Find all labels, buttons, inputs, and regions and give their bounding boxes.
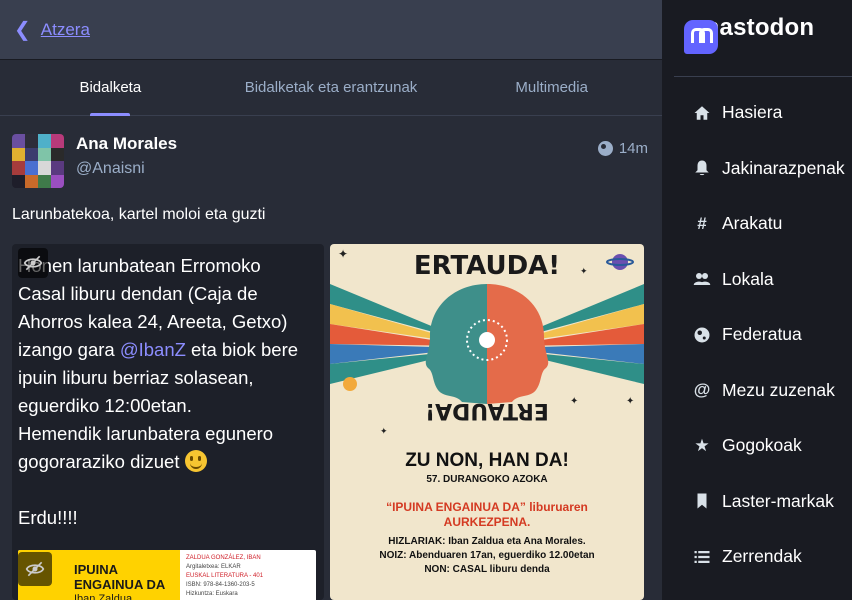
chevron-left-icon: ❮: [14, 18, 31, 41]
status-header: Ana Morales @Anaisni 14m: [12, 134, 648, 188]
mastodon-logo[interactable]: mastodon: [674, 0, 852, 60]
svg-text:✦: ✦: [626, 396, 634, 407]
media-text-body: Honen larunbatean Erromoko Casal liburu …: [18, 255, 299, 528]
navigation-sidebar: mastodon Hasiera Jakinarazpenak # Arakat…: [674, 0, 852, 600]
eye-slash-icon: [25, 561, 45, 577]
hashtag-icon: #: [697, 213, 707, 233]
bookmark-icon: [692, 491, 712, 511]
nav-item-local[interactable]: Lokala: [674, 252, 852, 308]
nav-label: Laster-markak: [722, 490, 834, 511]
media-item-text-image[interactable]: Honen larunbatean Erromoko Casal liburu …: [12, 244, 324, 600]
nav-label: Hasiera: [722, 102, 783, 123]
back-label: Atzera: [40, 19, 90, 39]
svg-text:✦: ✦: [338, 247, 348, 261]
book-cover-strip: IPUINA ENGAINUA DA Iban Zaldua ZALDUA GO…: [18, 550, 316, 600]
tab-media[interactable]: Multimedia: [441, 60, 662, 115]
nav-label: Zerrendak: [722, 546, 802, 567]
media-item-poster[interactable]: ✦ ✦ ✦ ✦ ✦ ERTAUDA! ERTAUDA! ZU NON, HAN …: [330, 244, 644, 600]
nav-item-lists[interactable]: Zerrendak: [674, 529, 852, 585]
poster-top-word: ERTAUDA!: [414, 251, 560, 281]
svg-text:✦: ✦: [570, 396, 578, 407]
column-header: ❮ Atzera: [0, 0, 662, 60]
nav-item-direct[interactable]: @ Mezu zuzenak: [674, 363, 852, 419]
nav-label: Lokala: [722, 268, 774, 289]
svg-text:✦: ✦: [380, 427, 388, 437]
nav-item-federated[interactable]: Federatua: [674, 307, 852, 363]
back-button[interactable]: ❮ Atzera: [14, 20, 90, 40]
poster-subheadline: 57. DURANGOKO AZOKA: [426, 474, 548, 485]
divider: [674, 76, 852, 77]
media-gallery: Honen larunbatean Erromoko Casal liburu …: [12, 244, 648, 600]
status-time: 14m: [618, 140, 648, 157]
nav-label: Jakinarazpenak: [722, 157, 845, 178]
account-tabs: Bidalketa Bidalketak eta erantzunak Mult…: [0, 60, 662, 116]
nav-list: Hasiera Jakinarazpenak # Arakatu Lokala …: [674, 85, 852, 585]
mastodon-logo-icon: [684, 20, 718, 54]
status-meta[interactable]: 14m: [597, 140, 648, 157]
at-icon: @: [693, 380, 711, 400]
nav-item-notifications[interactable]: Jakinarazpenak: [674, 141, 852, 197]
globe-icon: [597, 141, 613, 156]
display-name: Ana Morales: [76, 134, 178, 153]
status-content: Larunbatekoa, kartel moloi eta guzti: [12, 206, 266, 223]
poster-event-info: HIZLARIAK: Iban Zaldua eta Ana Morales. …: [379, 536, 595, 575]
poster-event-title: “IPUINA ENGAINUA DA” liburuaren AURKEZPE…: [386, 500, 588, 529]
avatar[interactable]: [12, 134, 64, 188]
nav-label: Arakatu: [722, 213, 783, 234]
list-icon: [692, 547, 712, 567]
nav-label: Gogokoak: [722, 435, 802, 456]
book-details: ZALDUA GONZÁLEZ, IBAN Argitaletxea: ELKA…: [186, 555, 264, 597]
mastodon-app: ❮ Atzera Bidalketa Bidalketak eta erantz…: [0, 0, 852, 600]
account-handle: @Anaisni: [76, 160, 145, 178]
book-title: IPUINA ENGAINUA DA: [74, 562, 166, 592]
svg-text:✦: ✦: [580, 267, 588, 277]
poster-artwork: ✦ ✦ ✦ ✦ ✦ ERTAUDA! ERTAUDA!: [330, 247, 644, 437]
book-author: Iban Zaldua: [74, 593, 133, 600]
home-icon: [692, 103, 712, 123]
eye-slash-icon: [23, 255, 43, 271]
nav-label: Federatua: [722, 324, 802, 345]
tab-posts[interactable]: Bidalketa: [0, 60, 221, 115]
main-column: ❮ Atzera Bidalketa Bidalketak eta erantz…: [0, 0, 662, 600]
nav-item-bookmarks[interactable]: Laster-markak: [674, 474, 852, 530]
users-icon: [692, 269, 712, 289]
poster-headline: ZU NON, HAN DA!: [405, 450, 569, 471]
poster-bottom-word: ERTAUDA!: [425, 398, 549, 423]
star-icon: ★: [694, 435, 710, 455]
tab-posts-and-replies[interactable]: Bidalketak eta erantzunak: [221, 60, 442, 115]
account-names[interactable]: Ana Morales @Anaisni: [76, 134, 598, 178]
globe-icon: [692, 325, 712, 345]
nav-item-explore[interactable]: # Arakatu: [674, 196, 852, 252]
bell-icon: [692, 158, 712, 178]
hide-media-button[interactable]: [18, 248, 48, 278]
mention-link: @IbanZ: [119, 339, 186, 360]
nav-item-home[interactable]: Hasiera: [674, 85, 852, 141]
nav-item-favourites[interactable]: ★ Gogokoak: [674, 418, 852, 474]
nav-label: Mezu zuzenak: [722, 379, 835, 400]
hide-media-button-2[interactable]: [18, 552, 52, 586]
smiley-emoji-icon: [184, 450, 207, 472]
status[interactable]: Ana Morales @Anaisni 14m Larunbatekoa, k…: [0, 116, 662, 600]
